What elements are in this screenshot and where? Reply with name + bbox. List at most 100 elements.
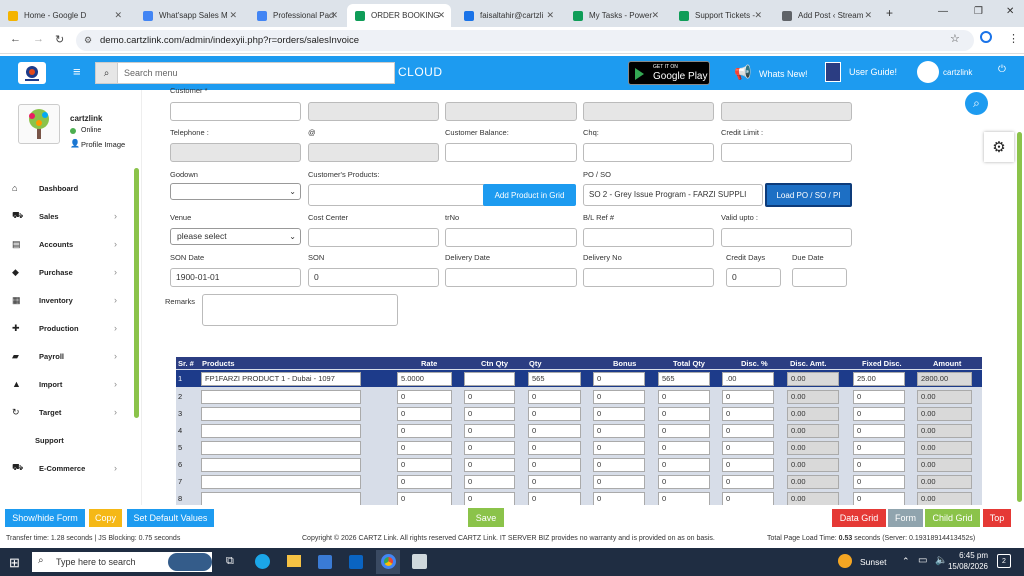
chevron-up-icon[interactable]: ⌃ [902, 556, 910, 567]
set-default-values-button[interactable]: Set Default Values [127, 509, 214, 527]
customers-products-field[interactable] [308, 184, 488, 206]
grid-cell-total[interactable]: 565 [658, 371, 710, 386]
search-float-icon[interactable]: ⌕ [965, 92, 988, 115]
grid-cell-total[interactable]: 0 [658, 457, 710, 472]
show-hide-form-button[interactable]: Show/hide Form [5, 509, 85, 527]
file-explorer-icon[interactable] [287, 555, 301, 567]
grid-cell-product[interactable]: FP1FARZI PRODUCT 1 - Dubai - 1097 [201, 371, 361, 386]
close-tab-icon[interactable]: ✕ [864, 10, 872, 21]
grid-cell-fixed[interactable]: 0 [853, 474, 905, 489]
grid-cell-product[interactable] [201, 423, 361, 438]
grid-cell-bonus[interactable]: 0 [593, 440, 645, 455]
sidebar-item-payroll[interactable]: ▰ Payroll › [0, 342, 142, 370]
grid-cell-product[interactable] [201, 474, 361, 489]
url-field[interactable]: ⚙ demo.cartzlink.com/admin/indexyii.php?… [76, 30, 974, 51]
grid-cell-product[interactable] [201, 406, 361, 421]
grid-cell-total[interactable]: 0 [658, 474, 710, 489]
grid-cell-total[interactable]: 0 [658, 440, 710, 455]
grid-cell-total[interactable]: 0 [658, 423, 710, 438]
sidebar-item-production[interactable]: ✚ Production › [0, 314, 142, 342]
grid-cell-ctn[interactable]: 0 [464, 406, 515, 421]
due-date-field[interactable] [792, 268, 847, 287]
minimize-icon[interactable]: — [938, 6, 948, 17]
sidebar-item-dashboard[interactable]: ⌂ Dashboard [0, 174, 142, 202]
windows-start-icon[interactable]: ⊞ [9, 555, 20, 571]
notification-icon[interactable]: 2 [997, 554, 1011, 568]
grid-cell-rate[interactable]: 0 [397, 457, 452, 472]
close-window-icon[interactable]: ✕ [1006, 6, 1014, 17]
grid-cell-product[interactable] [201, 389, 361, 404]
sidebar-item-e-commerce[interactable]: ⛟ E-Commerce › [0, 454, 142, 482]
close-tab-icon[interactable]: ✕ [330, 10, 338, 21]
grid-cell-qty[interactable]: 0 [528, 474, 581, 489]
grid-cell-bonus[interactable]: 0 [593, 423, 645, 438]
sidebar-item-accounts[interactable]: ▤ Accounts › [0, 230, 142, 258]
grid-cell-disc-pct[interactable]: 0 [722, 440, 774, 455]
browser-tab[interactable]: What'sapp Sales M ✕ [135, 4, 243, 27]
search-icon[interactable]: ⌕ [96, 63, 118, 83]
browser-tab[interactable]: Add Post ‹ Stream ✕ [774, 4, 878, 27]
grid-cell-fixed[interactable]: 0 [853, 440, 905, 455]
sidebar-item-sales[interactable]: ⛟ Sales › [0, 202, 142, 230]
sidebar-item-support[interactable]: Support [0, 426, 142, 454]
grid-cell-bonus[interactable]: 0 [593, 389, 645, 404]
son-date-field[interactable]: 1900-01-01 [170, 268, 301, 287]
copy-button[interactable]: Copy [89, 509, 122, 527]
grid-cell-ctn[interactable]: 0 [464, 389, 515, 404]
customer-balance-field[interactable] [445, 143, 577, 162]
grid-cell-ctn[interactable]: 0 [464, 457, 515, 472]
grid-cell-ctn[interactable]: 0 [464, 474, 515, 489]
delivery-no-field[interactable] [583, 268, 714, 287]
task-view-icon[interactable]: ⧉ [226, 555, 234, 568]
back-icon[interactable]: ← [10, 33, 21, 45]
venue-select[interactable]: please select ⌄ [170, 228, 301, 245]
save-button[interactable]: Save [468, 508, 504, 527]
chrome-icon[interactable] [381, 554, 396, 569]
grid-cell-qty[interactable]: 0 [528, 440, 581, 455]
grid-cell-rate[interactable]: 0 [397, 474, 452, 489]
remarks-textarea[interactable] [202, 294, 398, 326]
grid-cell-qty[interactable]: 0 [528, 491, 581, 505]
grid-cell-ctn[interactable]: 0 [464, 491, 515, 505]
bl-ref-field[interactable] [583, 228, 714, 247]
whats-new-link[interactable]: Whats New! [759, 69, 808, 79]
grid-cell-bonus[interactable]: 0 [593, 371, 645, 386]
grid-cell-total[interactable]: 0 [658, 406, 710, 421]
browser-tab[interactable]: ORDER BOOKING ✕ [347, 4, 451, 27]
data-grid-button[interactable]: Data Grid [832, 509, 886, 527]
grid-cell-disc-pct[interactable]: 0 [722, 423, 774, 438]
grid-cell-total[interactable]: 0 [658, 389, 710, 404]
browser-tab[interactable]: faisaltahir@cartzli ✕ [456, 4, 560, 27]
grid-cell-rate[interactable]: 0 [397, 491, 452, 505]
grid-cell-qty[interactable]: 0 [528, 406, 581, 421]
grid-cell-disc-pct[interactable]: .00 [722, 371, 774, 386]
header-avatar[interactable] [917, 61, 939, 83]
load-po-button[interactable]: Load PO / SO / PI [765, 183, 852, 207]
profile-image-link[interactable]: Profile Image [81, 140, 125, 149]
close-tab-icon[interactable]: ✕ [754, 10, 762, 21]
hamburger-menu-icon[interactable]: ≡ [73, 64, 81, 79]
grid-cell-bonus[interactable]: 0 [593, 474, 645, 489]
close-tab-icon[interactable]: ✕ [437, 10, 445, 21]
sidebar-item-target[interactable]: ↻ Target › [0, 398, 142, 426]
child-grid-button[interactable]: Child Grid [925, 509, 980, 527]
settings-gear-icon[interactable]: ⚙ [984, 132, 1014, 162]
credit-days-field[interactable]: 0 [726, 268, 781, 287]
new-tab-button[interactable]: + [886, 6, 893, 20]
grid-cell-qty[interactable]: 565 [528, 371, 581, 386]
app-window-icon[interactable] [412, 554, 427, 569]
grid-cell-fixed[interactable]: 0 [853, 406, 905, 421]
network-icon[interactable]: ▭ [918, 555, 927, 566]
user-guide-link[interactable]: User Guide! [849, 67, 897, 77]
grid-cell-qty[interactable]: 0 [528, 423, 581, 438]
credit-limit-field[interactable] [721, 143, 852, 162]
restore-icon[interactable]: ❐ [974, 6, 983, 17]
grid-cell-fixed[interactable]: 25.00 [853, 371, 905, 386]
search-input[interactable]: Search menu [124, 68, 178, 78]
close-tab-icon[interactable]: ✕ [546, 10, 554, 21]
sidebar-item-purchase[interactable]: ◆ Purchase › [0, 258, 142, 286]
browser-tab[interactable]: My Tasks - Power ✕ [565, 4, 665, 27]
grid-cell-bonus[interactable]: 0 [593, 457, 645, 472]
grid-cell-bonus[interactable]: 0 [593, 491, 645, 505]
clock-date[interactable]: 15/08/2026 [928, 562, 988, 571]
